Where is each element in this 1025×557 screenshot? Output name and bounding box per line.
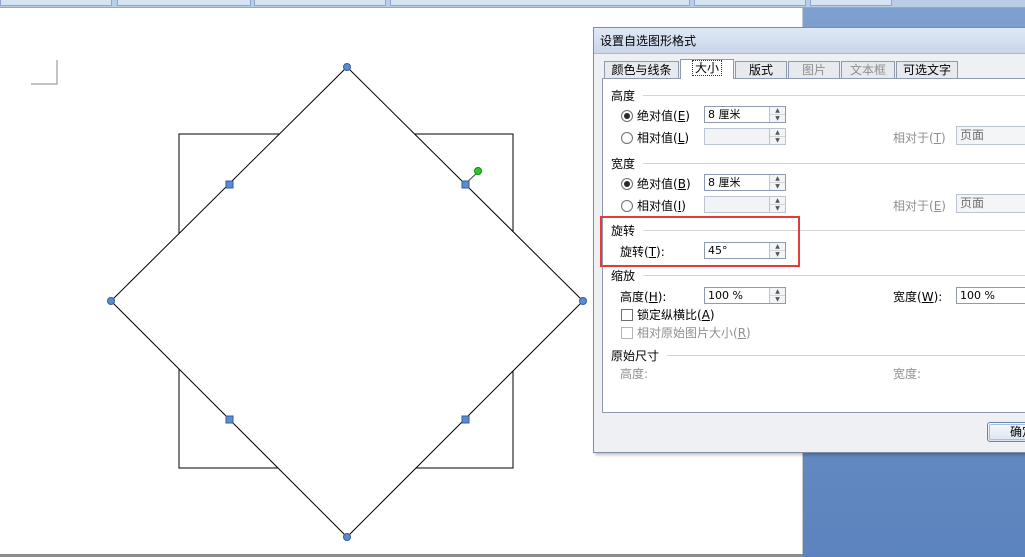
- original-width-label: 宽度:: [893, 367, 922, 381]
- group-title-height: 高度: [611, 89, 636, 103]
- original-height-label: 高度:: [620, 367, 649, 381]
- spinner-buttons: ▲ ▼: [769, 197, 785, 212]
- height-relative-radio[interactable]: [621, 132, 633, 144]
- scale-width-value: 100 %: [960, 289, 995, 302]
- margin-corner-mark: [31, 60, 58, 85]
- lock-aspect-checkbox[interactable]: [621, 309, 633, 321]
- tab-textbox: 文本框: [841, 61, 895, 78]
- group-title-width: 宽度: [611, 157, 636, 171]
- tab-picture: 图片: [788, 61, 840, 78]
- tab-label: 可选文字: [902, 63, 951, 77]
- spin-up-icon[interactable]: ▲: [770, 175, 785, 183]
- lock-aspect-label: 锁定纵横比(A): [637, 308, 715, 322]
- ok-button[interactable]: 确定: [987, 422, 1025, 442]
- height-absolute-radio[interactable]: [621, 110, 633, 122]
- group-divider: [643, 163, 1025, 164]
- spin-up-icon[interactable]: ▲: [770, 107, 785, 115]
- height-relative-label: 相对值(L): [637, 131, 690, 145]
- scale-width-input[interactable]: 100 %: [956, 287, 1025, 304]
- tab-layout[interactable]: 版式: [735, 61, 787, 78]
- scale-height-input[interactable]: 100 % ▲ ▼: [704, 287, 786, 304]
- spinner-buttons[interactable]: ▲ ▼: [769, 175, 785, 190]
- tab-size[interactable]: 大小: [680, 59, 734, 79]
- spinner-buttons: ▲ ▼: [769, 129, 785, 144]
- tab-label: 文本框: [849, 63, 886, 77]
- resize-handle-side[interactable]: [461, 180, 470, 189]
- width-relative-to-label: 相对于(E): [893, 199, 946, 213]
- scale-height-value: 100 %: [708, 289, 743, 302]
- height-relative-to-label: 相对于(T): [893, 131, 946, 145]
- spin-up-icon: ▲: [770, 129, 785, 137]
- resize-handle-corner[interactable]: [343, 63, 351, 71]
- spin-down-icon[interactable]: ▼: [770, 115, 785, 122]
- width-relative-to-select: 页面: [956, 194, 1025, 213]
- resize-handle-side[interactable]: [225, 415, 234, 424]
- tab-label: 大小: [691, 60, 723, 76]
- toolbar-button[interactable]: [810, 0, 892, 6]
- group-divider: [643, 275, 1025, 276]
- width-relative-input[interactable]: ▲ ▼: [704, 196, 786, 213]
- height-relative-input[interactable]: ▲ ▼: [704, 128, 786, 145]
- spin-down-icon[interactable]: ▼: [770, 183, 785, 190]
- tab-label: 版式: [748, 63, 773, 77]
- resize-handle-corner[interactable]: [107, 297, 115, 305]
- relative-original-label: 相对原始图片大小(R): [637, 326, 751, 340]
- width-relative-label: 相对值(I): [637, 199, 686, 213]
- group-divider: [643, 95, 1025, 96]
- scale-width-label: 宽度(W):: [893, 290, 943, 304]
- relative-original-checkbox: [621, 327, 633, 339]
- rotation-highlight-box: [600, 216, 800, 267]
- resize-handle-corner[interactable]: [343, 533, 351, 541]
- height-absolute-value: 8 厘米: [708, 108, 741, 121]
- scale-height-label: 高度(H):: [620, 290, 667, 304]
- width-absolute-input[interactable]: 8 厘米 ▲ ▼: [704, 174, 786, 191]
- width-absolute-label: 绝对值(B): [637, 177, 691, 191]
- height-absolute-label: 绝对值(E): [637, 109, 690, 123]
- spin-down-icon: ▼: [775, 205, 780, 212]
- height-absolute-input[interactable]: 8 厘米 ▲ ▼: [704, 106, 786, 123]
- spinner-buttons[interactable]: ▲ ▼: [769, 288, 785, 303]
- tab-alt-text[interactable]: 可选文字: [896, 61, 958, 78]
- group-title-scale: 缩放: [611, 269, 636, 283]
- spin-up-icon[interactable]: ▲: [770, 288, 785, 296]
- width-absolute-radio[interactable]: [621, 178, 633, 190]
- spin-down-icon: ▼: [775, 137, 780, 144]
- resize-handle-corner[interactable]: [579, 297, 587, 305]
- resize-handle-side[interactable]: [461, 415, 470, 424]
- width-relative-radio[interactable]: [621, 200, 633, 212]
- group-divider: [667, 355, 1025, 356]
- dialog-title: 设置自选图形格式: [594, 28, 1025, 54]
- tab-colors-lines[interactable]: 颜色与线条: [604, 61, 679, 78]
- spinner-buttons[interactable]: ▲ ▼: [769, 107, 785, 122]
- group-title-original-size: 原始尺寸: [611, 349, 660, 363]
- tab-label: 颜色与线条: [611, 63, 672, 77]
- tab-label: 图片: [801, 63, 826, 77]
- height-relative-to-select: 页面: [956, 126, 1025, 145]
- spin-up-icon: ▲: [770, 197, 785, 205]
- rotation-handle[interactable]: [474, 167, 482, 175]
- width-absolute-value: 8 厘米: [708, 176, 741, 189]
- spin-down-icon[interactable]: ▼: [770, 296, 785, 303]
- resize-handle-side[interactable]: [225, 180, 234, 189]
